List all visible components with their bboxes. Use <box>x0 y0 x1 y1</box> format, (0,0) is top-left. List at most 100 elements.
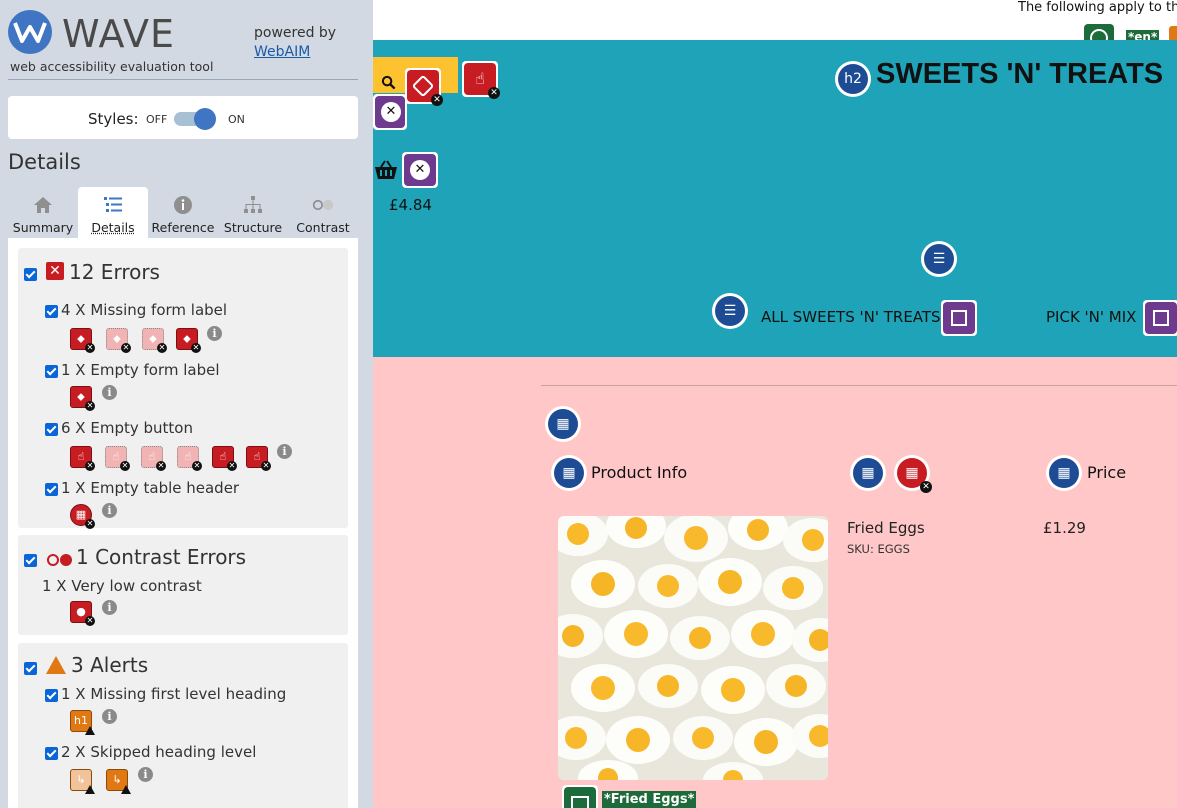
styles-toggle-knob[interactable] <box>194 108 216 130</box>
wave-logo-text: WAVE <box>62 12 176 56</box>
empty-link-icon[interactable]: ✕ <box>402 152 438 188</box>
errors-title: 12 Errors <box>69 260 160 284</box>
info-icon[interactable]: i <box>277 444 292 459</box>
powered-by-text: powered by <box>254 25 337 41</box>
empty-button-text: 6 X Empty button <box>61 419 193 437</box>
skipped-heading-icon[interactable]: ↳ <box>70 769 95 794</box>
empty-table-header-text: 1 X Empty table header <box>61 479 240 497</box>
contrast-checkbox[interactable] <box>24 554 37 567</box>
alert-warning-icon <box>46 656 66 674</box>
basket-icon[interactable] <box>374 160 398 180</box>
empty-button-icon[interactable]: ☝ ✕ <box>141 446 166 471</box>
top-notice-text: The following apply to th <box>1018 0 1177 15</box>
wave-logo-icon <box>8 10 52 54</box>
data-table-icon[interactable]: ▦ <box>545 406 581 442</box>
details-panel: ✕ 12 Errors 4 X Missing form label ⬥ ✕ ⬥ ✕… <box>8 238 358 808</box>
alerts-checkbox[interactable] <box>24 662 37 675</box>
table-header-icon[interactable]: ▦ <box>551 455 587 491</box>
info-icon[interactable]: i <box>102 503 117 518</box>
empty-form-label-icon[interactable]: ⬥ ✕ <box>70 386 95 411</box>
empty-button-icon[interactable]: ☝ ✕ <box>177 446 202 471</box>
styles-toggle-box: Styles: OFF ON <box>8 96 358 139</box>
empty-form-label-text: 1 X Empty form label <box>61 361 220 379</box>
empty-link-icon[interactable]: ✕ <box>373 94 407 130</box>
info-icon[interactable]: i <box>102 600 117 615</box>
missing-form-label-icon[interactable]: ⬥ ✕ <box>106 328 131 353</box>
styles-label: Styles: <box>88 110 139 128</box>
skipped-heading-text: 2 X Skipped heading level <box>61 743 257 761</box>
site-title: SWEETS 'N' TREATS <box>876 58 1164 90</box>
empty-button-icon[interactable]: ☝ ✕ <box>105 446 130 471</box>
tab-summary-label: Summary <box>12 220 74 235</box>
styles-off-label: OFF <box>146 113 168 126</box>
product-name[interactable]: Fried Eggs <box>847 519 925 537</box>
info-icon[interactable]: i <box>102 709 117 724</box>
nav-link-all-sweets[interactable]: ALL SWEETS 'N' TREATS <box>761 308 941 326</box>
evaluated-page: The following apply to th *en* ✕ ☝ ✕ ✕ h2… <box>373 0 1177 808</box>
search-icon <box>381 75 396 90</box>
wave-sidebar: WAVE web accessibility evaluation tool p… <box>0 0 373 808</box>
tab-structure-label: Structure <box>223 220 283 235</box>
empty-button-icon[interactable]: ☝ ✕ <box>246 446 271 471</box>
missing-form-label-text: 4 X Missing form label <box>61 301 228 319</box>
tab-summary[interactable]: Summary <box>8 187 78 238</box>
info-icon[interactable]: i <box>138 767 153 782</box>
alt-text-icon[interactable] <box>562 785 598 808</box>
missing-form-label-icon[interactable]: ⬥ ✕ <box>142 328 167 353</box>
sidebar-tabs: Summary Details Reference Structure Cont… <box>8 187 358 238</box>
missing-form-label-icon[interactable]: ⬥ ✕ <box>70 328 95 353</box>
sidebar-divider <box>8 79 358 80</box>
table-header-icon[interactable]: ▦ <box>1046 455 1082 491</box>
alt-text-badge: *Fried Eggs* <box>602 791 697 808</box>
very-low-contrast-text: 1 X Very low contrast <box>42 577 202 595</box>
info-icon[interactable]: i <box>102 385 117 400</box>
table-header-price: Price <box>1087 463 1127 482</box>
table-header-product-info: Product Info <box>591 463 688 482</box>
missing-form-label-checkbox[interactable] <box>45 305 58 318</box>
nav-link-pick-n-mix[interactable]: PICK 'N' MIX <box>1046 308 1136 326</box>
tab-structure[interactable]: Structure <box>218 187 288 238</box>
webaim-link[interactable]: WebAIM <box>254 44 310 60</box>
empty-button-icon[interactable]: ☝ ✕ <box>462 61 500 99</box>
basket-total: £4.84 <box>389 196 432 214</box>
tab-contrast[interactable]: Contrast <box>288 187 358 238</box>
errors-card: ✕ 12 Errors 4 X Missing form label ⬥ ✕ ⬥ ✕… <box>18 248 348 529</box>
missing-h1-checkbox[interactable] <box>45 689 58 702</box>
empty-table-header-checkbox[interactable] <box>45 483 58 496</box>
empty-table-header-icon[interactable]: ▦ ✕ <box>894 455 932 493</box>
home-icon <box>34 197 52 213</box>
alerts-card: 3 Alerts 1 X Missing first level heading… <box>18 643 348 808</box>
hierarchy-icon <box>244 196 262 213</box>
empty-button-icon[interactable]: ☝ ✕ <box>212 446 237 471</box>
errors-checkbox[interactable] <box>24 268 37 281</box>
empty-button-icon[interactable]: ☝ ✕ <box>70 446 95 471</box>
wave-tagline: web accessibility evaluation tool <box>10 59 214 74</box>
product-price: £1.29 <box>1043 519 1086 537</box>
skipped-heading-checkbox[interactable] <box>45 747 58 760</box>
table-header-icon[interactable]: ▦ <box>850 455 886 491</box>
link-new-window-icon[interactable] <box>941 300 977 336</box>
info-icon[interactable]: i <box>207 326 222 341</box>
missing-h1-icon[interactable]: h1 <box>70 710 95 735</box>
styles-on-label: ON <box>228 113 245 126</box>
list-icon[interactable]: ☰ <box>712 293 748 329</box>
contrast-title: 1 Contrast Errors <box>76 545 247 569</box>
tab-contrast-label: Contrast <box>296 220 350 235</box>
very-low-contrast-icon[interactable]: ● ✕ <box>70 601 95 626</box>
product-image[interactable] <box>558 516 828 780</box>
list-icon <box>104 197 122 212</box>
link-new-window-icon[interactable] <box>1143 300 1177 336</box>
product-sku: SKU: EGGS <box>847 542 910 556</box>
empty-table-header-icon[interactable]: ▦ ✕ <box>70 504 95 529</box>
list-icon[interactable]: ☰ <box>921 241 957 277</box>
contrast-card: 1 Contrast Errors 1 X Very low contrast … <box>18 535 348 635</box>
missing-form-label-icon[interactable]: ✕ <box>405 68 443 106</box>
tab-reference-label: Reference <box>151 220 215 235</box>
empty-form-label-checkbox[interactable] <box>45 365 58 378</box>
tab-reference[interactable]: Reference <box>148 187 218 238</box>
skipped-heading-icon[interactable]: ↳ <box>106 769 131 794</box>
missing-form-label-icon[interactable]: ⬥ ✕ <box>176 328 201 353</box>
h2-heading-icon[interactable]: h2 <box>835 61 871 97</box>
tab-details[interactable]: Details <box>78 187 148 238</box>
empty-button-checkbox[interactable] <box>45 423 58 436</box>
